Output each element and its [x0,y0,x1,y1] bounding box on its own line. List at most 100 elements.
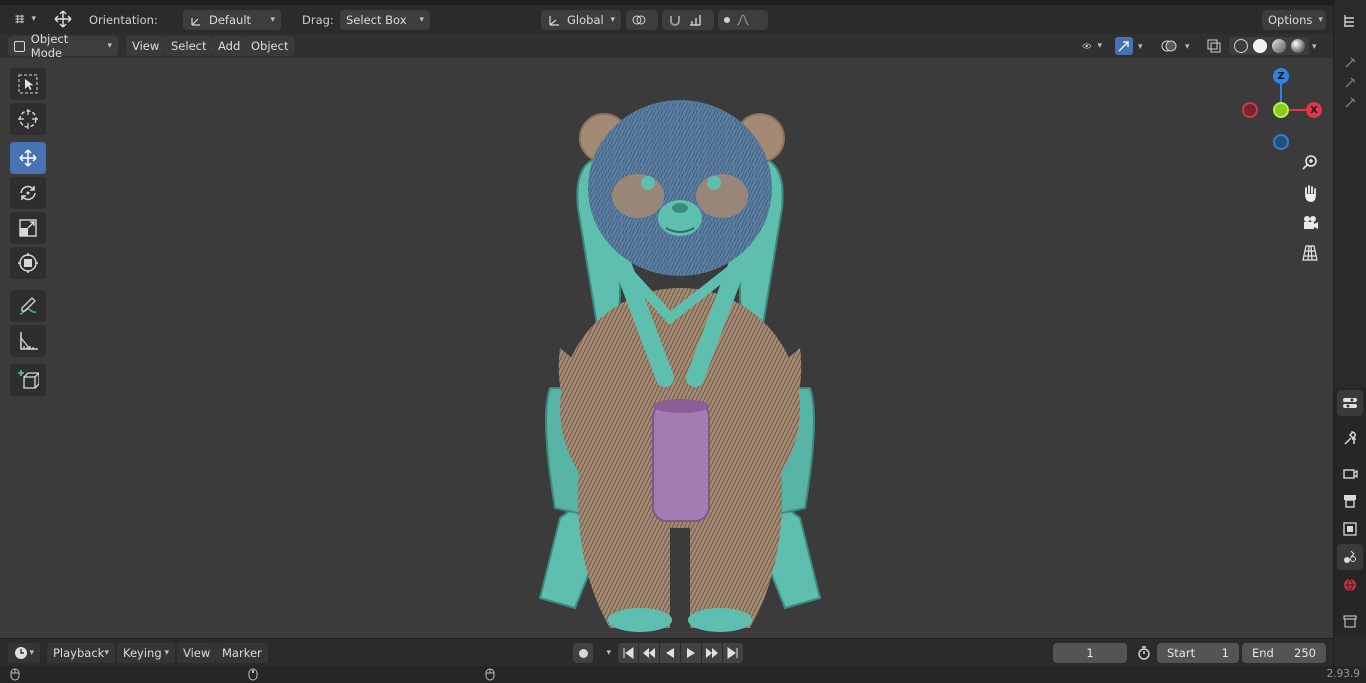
menu-playback[interactable]: Playback ▾ [47,643,115,663]
workspace-tabs-strip [0,0,1333,5]
jump-end-button[interactable] [723,643,743,663]
pin-icon[interactable] [1337,90,1363,116]
jump-start-button[interactable] [618,643,638,663]
stopwatch-icon[interactable] [1135,644,1153,662]
drag-label: Drag: [302,13,334,27]
mode-dropdown[interactable]: Object Mode ▾ [8,32,118,60]
pan-view-button[interactable] [1297,180,1323,206]
menu-marker[interactable]: Marker [216,643,268,663]
gizmo-icon [1118,41,1129,52]
gizmo-axis-x[interactable]: X [1306,102,1322,118]
add-cube-tool[interactable] [10,364,46,396]
xray-toggle[interactable] [1205,38,1223,54]
chevron-down-icon[interactable]: ▾ [1138,42,1143,52]
frame-end-field[interactable]: End 250 [1242,643,1326,663]
options-dropdown[interactable]: Options ▾ [1262,10,1326,30]
visibility-dropdown[interactable]: ▾ [1076,36,1108,56]
orientation-value: Default [209,13,252,27]
xray-icon [1207,39,1221,53]
collection-properties-icon[interactable] [1337,608,1363,634]
add-cube-icon [18,370,39,389]
chevron-down-icon: ▾ [419,15,424,25]
gizmo-axis-z[interactable]: Z [1273,68,1289,84]
chevron-down-icon: ▾ [104,648,109,658]
perspective-toggle-button[interactable] [1297,240,1323,266]
jump-start-icon [623,647,634,659]
solid-shading-icon[interactable] [1252,39,1267,53]
overlays-toggle[interactable] [1160,38,1178,54]
menu-select[interactable]: Select [165,36,213,56]
move-tool[interactable] [10,142,46,174]
view-layer-properties-icon[interactable] [1337,516,1363,542]
output-properties-icon[interactable] [1337,488,1363,514]
bear-in-chair-model[interactable] [520,88,840,633]
cursor-icon [18,109,38,129]
chevron-down-icon[interactable]: ▾ [1312,42,1317,52]
zoom-view-button[interactable] [1297,150,1323,176]
playback-controls [618,643,743,663]
menu-view[interactable]: View [126,36,166,56]
annotate-pencil-icon [19,297,37,315]
next-keyframe-button[interactable] [702,643,722,663]
grid-perspective-icon [1302,245,1318,261]
gizmo-axis-neg-x[interactable] [1242,102,1258,118]
menu-keying[interactable]: Keying ▾ [117,643,175,663]
material-shading-icon[interactable] [1271,39,1286,53]
start-label: Start [1167,646,1196,660]
play-icon [687,648,695,658]
menu-view[interactable]: View [177,643,217,663]
camera-view-button[interactable] [1297,210,1323,236]
gizmo-toggle-button[interactable] [1115,37,1133,55]
options-label: Options [1268,13,1313,27]
version-label: 2.93.9 [1326,668,1360,680]
navigation-gizmo[interactable]: Z X [1236,66,1328,158]
cursor-tool[interactable] [10,103,46,135]
select-box-tool[interactable] [10,68,46,100]
drag-dropdown[interactable]: Select Box ▾ [340,10,430,30]
current-frame-field[interactable]: 1 [1053,643,1127,663]
editor-type-button[interactable]: ▾ [8,643,40,663]
editor-type-icon [15,14,25,24]
wireframe-shading-icon[interactable] [1233,39,1248,53]
select-box-icon [18,74,38,94]
render-properties-icon[interactable] [1337,460,1363,486]
menu-object[interactable]: Object [245,36,295,56]
menu-add[interactable]: Add [212,36,247,56]
chevron-down-icon[interactable]: ▾ [1185,42,1190,52]
chevron-down-icon: ▾ [107,41,112,51]
pivot-point-dropdown[interactable] [626,10,658,30]
world-properties-icon[interactable] [1337,572,1363,598]
play-reverse-button[interactable] [660,643,680,663]
3d-viewport[interactable]: Z X [0,58,1333,638]
measure-tool[interactable] [10,325,46,357]
snap-dropdown[interactable] [662,10,714,30]
orientation-icon [191,18,200,26]
annotate-tool[interactable] [10,290,46,322]
outliner-icon[interactable] [1337,8,1363,34]
prev-keyframe-button[interactable] [639,643,659,663]
editor-type-button[interactable]: ▾ [8,9,42,29]
properties-tabs [1333,0,1366,683]
gizmo-axis-neg-z[interactable] [1273,134,1289,150]
tool-settings-tab[interactable] [1337,390,1363,416]
scene-properties-icon[interactable] [1337,544,1363,570]
transform-orientation-dropdown[interactable]: Global ▾ [541,10,621,30]
snap-magnet-icon [670,16,680,26]
orientation-dropdown[interactable]: Default ▾ [183,10,281,30]
record-button[interactable] [573,643,593,663]
rendered-shading-icon[interactable] [1290,39,1305,53]
rotate-tool[interactable] [10,177,46,209]
proportional-editing[interactable] [718,10,768,30]
transform-tool[interactable] [10,247,46,279]
wrench-screwdriver-icon[interactable] [1337,425,1363,451]
chevron-down-icon: ▾ [270,15,275,25]
play-button[interactable] [681,643,701,663]
auto-keying[interactable]: ▾ [573,643,611,663]
gizmo-axis-y[interactable] [1273,102,1289,118]
move-tool-icon[interactable] [50,8,76,30]
start-value: 1 [1221,646,1229,660]
scale-tool[interactable] [10,212,46,244]
frame-start-field[interactable]: Start 1 [1157,643,1239,663]
keying-label: Keying [123,646,162,660]
snap-increment-icon [690,15,701,26]
